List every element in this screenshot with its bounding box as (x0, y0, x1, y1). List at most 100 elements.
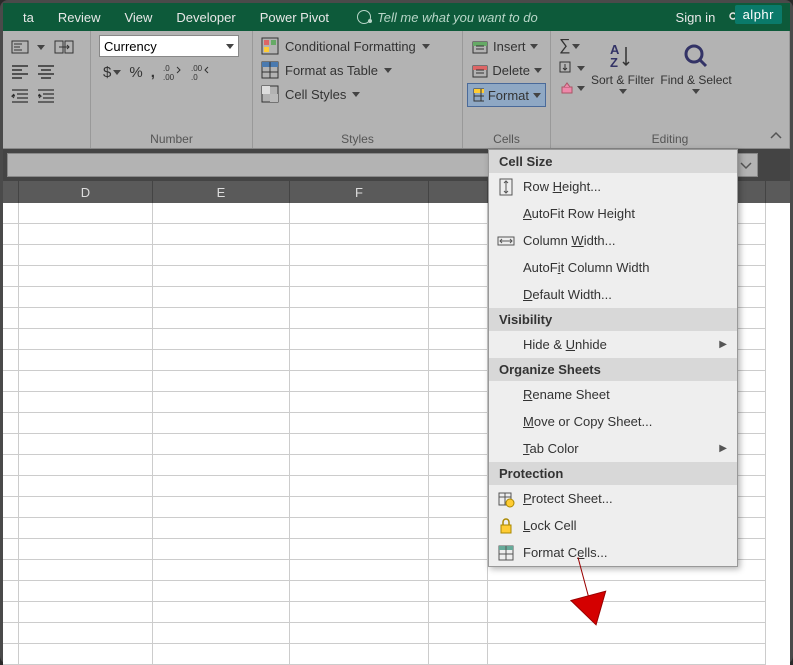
tab-data[interactable]: ta (11, 6, 46, 29)
delete-icon (471, 61, 488, 79)
sign-in-link[interactable]: Sign in (676, 10, 716, 25)
menu-move-copy[interactable]: Move or Copy Sheet... (489, 408, 737, 435)
tell-me-search[interactable]: Tell me what you want to do (341, 10, 675, 25)
conditional-formatting-label: Conditional Formatting (285, 39, 416, 54)
menu-tab-color[interactable]: Tab Color ▶ (489, 435, 737, 462)
indent-increase-icon[interactable] (37, 87, 55, 105)
format-icon (472, 86, 484, 104)
svg-text:.0: .0 (191, 73, 198, 81)
format-as-table-icon (261, 61, 279, 79)
select-all-corner[interactable] (3, 181, 19, 203)
group-label-number: Number (91, 132, 252, 146)
menu-hide-unhide[interactable]: Hide & Unhide ▶ (489, 331, 737, 358)
title-bar: ta Review View Developer Power Pivot Tel… (3, 3, 790, 31)
chevron-up-icon (768, 128, 784, 144)
menu-section-protection: Protection (489, 462, 737, 485)
decrease-decimal-icon[interactable]: .00.0 (191, 63, 211, 81)
format-cells-button[interactable]: Format (467, 83, 546, 107)
format-label: Format (488, 88, 529, 103)
fill-icon (559, 61, 575, 75)
dropdown-icon[interactable] (37, 45, 45, 50)
protect-sheet-icon (497, 490, 515, 508)
clear-button[interactable] (559, 81, 585, 95)
dropdown-icon (384, 68, 392, 73)
col-header-d[interactable]: D (19, 181, 153, 203)
menu-column-width[interactable]: Column Width... (489, 227, 737, 254)
merge-icon[interactable] (53, 37, 77, 57)
ribbon-tabs: ta Review View Developer Power Pivot (11, 6, 341, 29)
table-row[interactable] (3, 602, 790, 623)
clear-icon (559, 81, 575, 95)
dropdown-icon (352, 92, 360, 97)
collapse-ribbon-button[interactable] (768, 128, 784, 144)
menu-format-cells[interactable]: Format Cells... (489, 539, 737, 566)
percent-button[interactable]: % (129, 64, 142, 81)
currency-button[interactable]: $ (103, 64, 121, 81)
increase-decimal-icon[interactable]: .0.00 (163, 63, 183, 81)
conditional-formatting-button[interactable]: Conditional Formatting (261, 37, 454, 55)
table-row[interactable] (3, 623, 790, 644)
col-header-g[interactable] (429, 181, 488, 203)
lock-icon (497, 517, 515, 535)
ribbon-group-alignment (3, 31, 91, 148)
menu-rename-sheet[interactable]: Rename Sheet (489, 381, 737, 408)
fill-button[interactable] (559, 61, 585, 75)
insert-cells-button[interactable]: Insert (471, 37, 542, 55)
find-select-icon (681, 41, 711, 71)
dropdown-icon (533, 93, 541, 98)
tab-review[interactable]: Review (46, 6, 113, 29)
menu-autofit-column[interactable]: AutoFit Column Width (489, 254, 737, 281)
format-as-table-label: Format as Table (285, 63, 378, 78)
svg-text:.0: .0 (163, 64, 170, 73)
format-as-table-button[interactable]: Format as Table (261, 61, 454, 79)
insert-icon (471, 37, 489, 55)
watermark-badge: alphr (735, 5, 782, 24)
col-header-e[interactable]: E (153, 181, 290, 203)
format-cells-icon (497, 544, 515, 562)
group-label-styles: Styles (253, 132, 462, 146)
find-select-button[interactable]: Find & Select (660, 37, 731, 94)
tab-developer[interactable]: Developer (164, 6, 247, 29)
wrap-text-icon[interactable] (11, 38, 29, 56)
align-left-icon[interactable] (11, 63, 29, 81)
table-row[interactable] (3, 581, 790, 602)
menu-autofit-row[interactable]: AutoFit Row Height (489, 200, 737, 227)
row-height-icon (497, 178, 515, 196)
dropdown-icon (530, 44, 538, 49)
cell-styles-icon (261, 85, 279, 103)
group-label-cells: Cells (463, 132, 550, 146)
dropdown-icon (422, 44, 430, 49)
sort-filter-label: Sort & Filter (591, 73, 654, 87)
ribbon-group-styles: Conditional Formatting Format as Table C… (253, 31, 463, 148)
menu-protect-sheet[interactable]: Protect Sheet... (489, 485, 737, 512)
dropdown-icon (534, 68, 542, 73)
ribbon: Currency $ % , .0.00 .00.0 Number Condit… (3, 31, 790, 149)
tab-power-pivot[interactable]: Power Pivot (248, 6, 341, 29)
submenu-arrow-icon: ▶ (719, 443, 727, 454)
tab-view[interactable]: View (112, 6, 164, 29)
col-header-f[interactable]: F (290, 181, 429, 203)
group-label-editing: Editing (551, 132, 789, 146)
find-select-label: Find & Select (660, 73, 731, 87)
autosum-button[interactable]: ∑ (559, 37, 585, 55)
menu-default-width[interactable]: Default Width... (489, 281, 737, 308)
column-width-icon (497, 232, 515, 250)
table-row[interactable] (3, 644, 790, 665)
indent-decrease-icon[interactable] (11, 87, 29, 105)
number-format-select[interactable]: Currency (99, 35, 239, 57)
delete-cells-button[interactable]: Delete (471, 61, 542, 79)
expand-formula-icon[interactable] (739, 158, 753, 172)
conditional-formatting-icon (261, 37, 279, 55)
menu-section-visibility: Visibility (489, 308, 737, 331)
sort-filter-icon: AZ (608, 41, 638, 71)
align-center-icon[interactable] (37, 63, 55, 81)
menu-lock-cell[interactable]: Lock Cell (489, 512, 737, 539)
chevron-down-icon (226, 44, 234, 49)
menu-section-organize: Organize Sheets (489, 358, 737, 381)
comma-button[interactable]: , (151, 64, 155, 81)
menu-row-height[interactable]: Row Height... (489, 173, 737, 200)
sort-filter-button[interactable]: AZ Sort & Filter (591, 37, 654, 94)
insert-label: Insert (493, 39, 526, 54)
ribbon-group-editing: ∑ AZ Sort & Filter Find & Select Editing (551, 31, 790, 148)
cell-styles-button[interactable]: Cell Styles (261, 85, 454, 103)
